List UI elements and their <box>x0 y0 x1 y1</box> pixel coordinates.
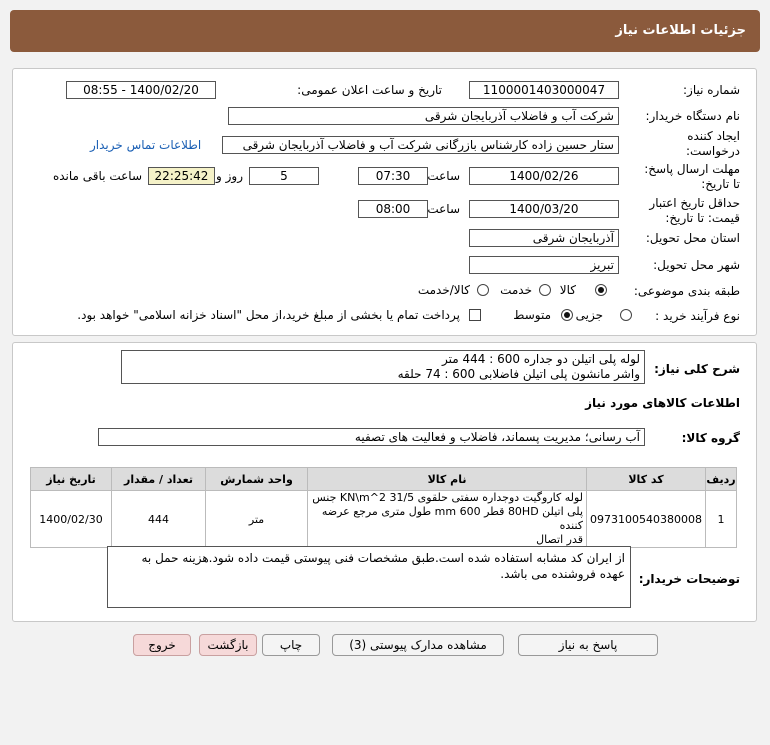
need-number-label: شماره نیاز: <box>683 83 740 97</box>
creator-label: ایجاد کننده درخواست: <box>686 129 740 158</box>
category-option-goods-service: کالا/خدمت <box>417 283 470 297</box>
contact-info-link[interactable]: اطلاعات تماس خریدار <box>90 138 201 152</box>
reply-button[interactable]: پاسخ به نیاز <box>518 634 658 656</box>
category-radio-goods[interactable] <box>595 284 607 296</box>
summary-line-1: لوله پلی اتیلن دو جداره 600 : 444 متر <box>442 352 640 366</box>
summary-label: شرح کلی نیاز: <box>654 362 740 376</box>
buyer-notes-line-1: از ایران کد مشابه استفاده شده است.طبق مش… <box>141 551 625 565</box>
goods-table-header: ردیف کد کالا نام کالا واحد شمارش تعداد /… <box>29 467 737 491</box>
province-field: آذربایجان شرقی <box>469 229 619 247</box>
goods-group-label: گروه کالا: <box>681 431 740 445</box>
city-field: تبریز <box>469 256 619 274</box>
page-title: جزئیات اطلاعات نیاز <box>615 23 746 38</box>
col-unit: واحد شمارش <box>205 467 309 491</box>
validity-time-label: ساعت <box>427 202 460 216</box>
deadline-date-field: 1400/02/26 <box>469 167 619 185</box>
days-label: روز و <box>216 169 243 183</box>
row-code: 0973100540380008 <box>586 490 706 548</box>
category-label: طبقه بندی موضوعی: <box>633 284 740 298</box>
print-button[interactable]: چاپ <box>262 634 320 656</box>
treasury-checkbox[interactable] <box>469 309 481 321</box>
process-radio-minor[interactable] <box>620 309 632 321</box>
col-date: تاریخ نیاز <box>29 467 113 491</box>
goods-group-field: آب رسانی؛ مدیریت پسماند، فاضلاب و فعالیت… <box>98 428 645 446</box>
validity-label: حداقل تاریخ اعتبار قیمت: تا تاریخ: <box>649 196 740 225</box>
announce-label: تاریخ و ساعت اعلان عمومی: <box>297 83 442 97</box>
row-name-line-3: قدر اتصال <box>536 533 584 546</box>
goods-table: ردیف کد کالا نام کالا واحد شمارش تعداد /… <box>29 467 737 548</box>
province-label: استان محل تحویل: <box>645 231 740 245</box>
deadline-time-label: ساعت <box>427 169 460 183</box>
row-index: 1 <box>705 490 737 548</box>
category-option-goods: کالا <box>559 283 576 297</box>
row-date: 1400/02/30 <box>29 490 113 548</box>
category-radio-service[interactable] <box>539 284 551 296</box>
col-qty: تعداد / مقدار <box>111 467 207 491</box>
announce-field: 1400/02/20 - 08:55 <box>66 81 216 99</box>
table-row: 1 0973100540380008 لوله کاروگیت دوجداره … <box>29 490 737 548</box>
goods-section-title: اطلاعات کالاهای مورد نیاز <box>585 396 740 410</box>
remaining-label: ساعت باقی مانده <box>52 169 142 183</box>
buyer-field: شرکت آب و فاضلاب آذربایجان شرقی <box>228 107 619 125</box>
exit-button[interactable]: خروج <box>133 634 191 656</box>
process-option-minor: جزیی <box>575 308 603 322</box>
process-label: نوع فرآیند خرید : <box>655 309 740 323</box>
process-note: پرداخت تمام یا بخشی از مبلغ خرید،از محل … <box>77 308 460 322</box>
buyer-notes-line-2: عهده فروشنده می باشد. <box>500 567 625 581</box>
process-option-medium: متوسط <box>513 308 551 322</box>
row-name-line-2: پلی اتیلن 80HD قطر 600 mm طول متری مرجع … <box>321 505 584 532</box>
page-header: جزئیات اطلاعات نیاز <box>10 10 760 52</box>
row-qty: 444 <box>111 490 207 548</box>
deadline-time-field: 07:30 <box>358 167 428 185</box>
row-name: لوله کاروگیت دوجداره سفتی حلقوی KN\m^2 3… <box>307 490 588 548</box>
attachments-button[interactable]: مشاهده مدارک پیوستی (3) <box>332 634 504 656</box>
col-index: ردیف <box>705 467 737 491</box>
summary-line-2: واشر مانشون پلی اتیلن فاضلابی 600 : 74 ح… <box>397 367 640 381</box>
col-code: کد کالا <box>586 467 706 491</box>
validity-date-field: 1400/03/20 <box>469 200 619 218</box>
process-radio-medium[interactable] <box>561 309 573 321</box>
creator-field: ستار حسین زاده کارشناس بازرگانی شرکت آب … <box>222 136 619 154</box>
back-button[interactable]: بازگشت <box>199 634 257 656</box>
summary-box: لوله پلی اتیلن دو جداره 600 : 444 متر وا… <box>121 350 645 384</box>
remaining-time-field: 22:25:42 <box>148 167 215 185</box>
col-name: نام کالا <box>307 467 588 491</box>
deadline-label: مهلت ارسال پاسخ: تا تاریخ: <box>644 162 740 191</box>
validity-time-field: 08:00 <box>358 200 428 218</box>
row-unit: متر <box>205 490 309 548</box>
buyer-notes-label: توضیحات خریدار: <box>638 572 740 586</box>
days-field: 5 <box>249 167 319 185</box>
city-label: شهر محل تحویل: <box>653 258 740 272</box>
row-name-line-1: لوله کاروگیت دوجداره سفتی حلقوی KN\m^2 3… <box>312 491 584 504</box>
buyer-notes-box: از ایران کد مشابه استفاده شده است.طبق مش… <box>107 546 631 608</box>
category-radio-goods-service[interactable] <box>477 284 489 296</box>
category-option-service: خدمت <box>500 283 532 297</box>
need-number-field: 1100001403000047 <box>469 81 619 99</box>
buyer-label: نام دستگاه خریدار: <box>645 109 741 123</box>
